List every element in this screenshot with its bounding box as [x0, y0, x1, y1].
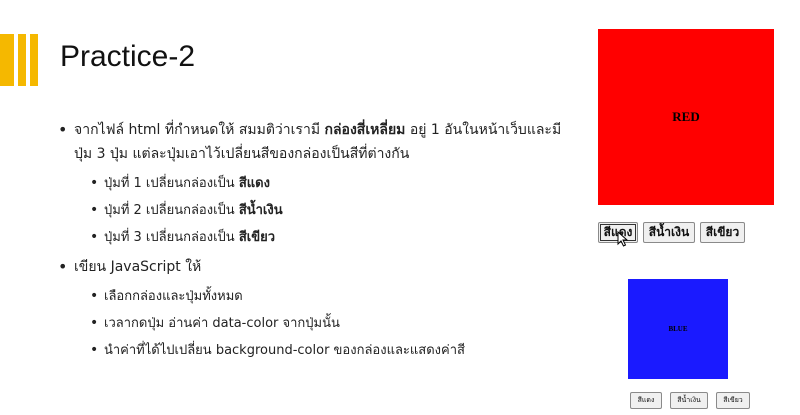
sub-bullet-bold-text: สีเขียว [238, 230, 275, 245]
sub-bullet-item: เลือกกล่องและปุ่มทั้งหมด [58, 283, 578, 310]
sub-bullet-item: ปุ่มที่ 1 เปลี่ยนกล่องเป็น สีแดง [58, 170, 578, 197]
blue-button[interactable]: สีน้ำเงิน [643, 222, 695, 243]
sub-bullet-item: ปุ่มที่ 2 เปลี่ยนกล่องเป็น สีน้ำเงิน [58, 197, 578, 224]
accent-bar [0, 34, 14, 86]
sub-bullet-item: นำค่าที่ได้ไปเปลี่ยน background-color ขอ… [58, 337, 578, 364]
bullet-bold-text: กล่องสี่เหลี่ยม [324, 122, 406, 138]
sub-bullet-bold-text: สีน้ำเงิน [238, 203, 283, 218]
bullet-text: เขียน JavaScript ให้ [74, 259, 202, 275]
color-box-large: RED [598, 29, 774, 205]
accent-bar [30, 34, 38, 86]
blue-button[interactable]: สีน้ำเงิน [670, 392, 708, 409]
sub-bullet-text: นำค่าที่ได้ไปเปลี่ยน background-color ขอ… [104, 343, 465, 358]
bullet-item: เขียน JavaScript ให้ [58, 255, 578, 279]
red-button[interactable]: สีแดง [630, 392, 662, 409]
color-box-small: BLUE [628, 279, 728, 379]
sub-bullet-text: ปุ่มที่ 2 เปลี่ยนกล่องเป็น [104, 203, 239, 218]
bullet-item: จากไฟล์ html ที่กำหนดให้ สมมติว่าเรามี ก… [58, 118, 578, 166]
accent-bar [18, 34, 26, 86]
sub-bullet-text: เลือกกล่องและปุ่มทั้งหมด [104, 289, 243, 304]
color-button-row-small: สีแดง สีน้ำเงิน สีเขียว [630, 392, 750, 409]
sub-bullet-bold-text: สีแดง [238, 176, 270, 191]
sub-bullet-text: ปุ่มที่ 3 เปลี่ยนกล่องเป็น [104, 230, 239, 245]
instruction-list: จากไฟล์ html ที่กำหนดให้ สมมติว่าเรามี ก… [58, 118, 578, 364]
slide-title: Practice-2 [60, 40, 196, 73]
mouse-pointer-icon [617, 231, 629, 247]
bullet-text: จากไฟล์ html ที่กำหนดให้ สมมติว่าเรามี [74, 122, 325, 138]
sub-bullet-text: ปุ่มที่ 1 เปลี่ยนกล่องเป็น [104, 176, 239, 191]
sub-bullet-text: เวลากดปุ่ม อ่านค่า data-color จากปุ่มนั้… [104, 316, 340, 331]
sub-bullet-item: เวลากดปุ่ม อ่านค่า data-color จากปุ่มนั้… [58, 310, 578, 337]
sub-bullet-item: ปุ่มที่ 3 เปลี่ยนกล่องเป็น สีเขียว [58, 224, 578, 251]
green-button[interactable]: สีเขียว [716, 392, 750, 409]
green-button[interactable]: สีเขียว [700, 222, 745, 243]
accent-bars-decoration [0, 34, 42, 86]
